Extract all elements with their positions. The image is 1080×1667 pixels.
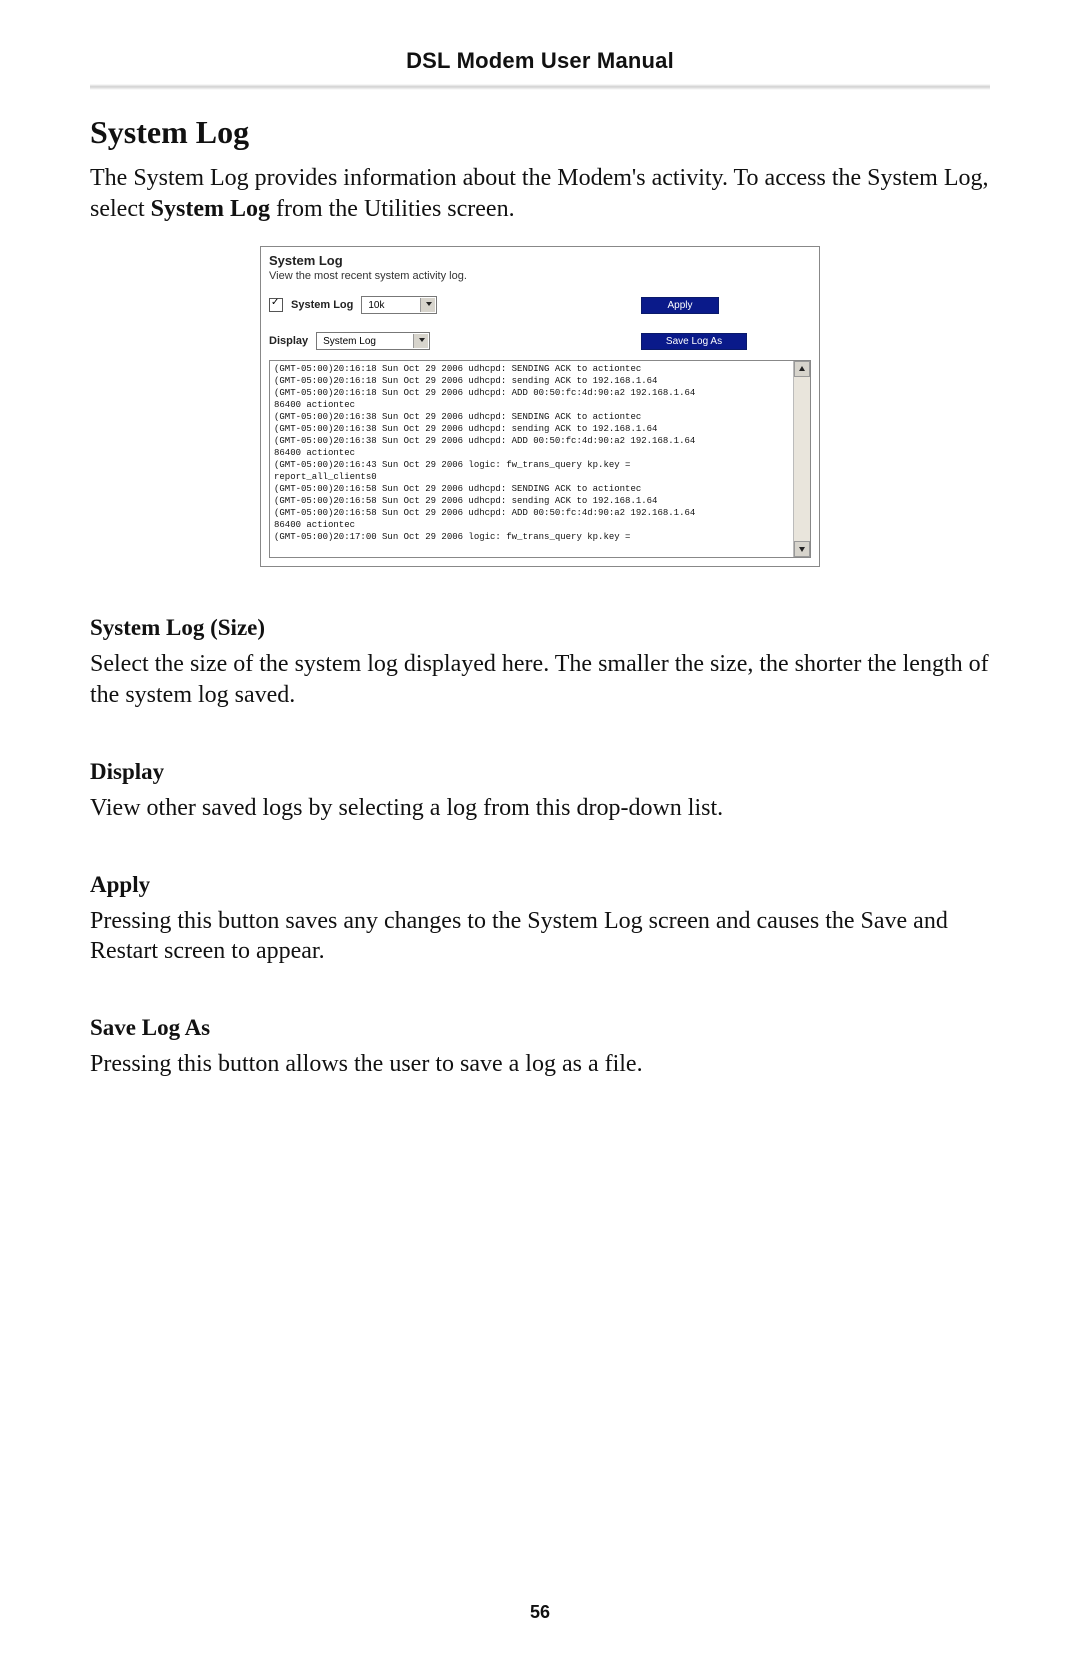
intro-post: from the Utilities screen.: [270, 196, 515, 222]
save-body: Pressing this button allows the user to …: [90, 1049, 990, 1080]
manual-header: DSL Modem User Manual: [90, 48, 990, 74]
system-log-panel: System Log View the most recent system a…: [260, 246, 820, 567]
display-heading: Display: [90, 759, 990, 785]
system-log-screenshot: System Log View the most recent system a…: [260, 246, 820, 567]
system-log-checkbox[interactable]: [269, 298, 283, 312]
log-text: (GMT-05:00)20:16:18 Sun Oct 29 2006 udhc…: [270, 361, 810, 545]
log-scrollbar[interactable]: [793, 361, 810, 557]
apply-heading: Apply: [90, 872, 990, 898]
intro-bold: System Log: [151, 196, 270, 222]
size-heading: System Log (Size): [90, 615, 990, 641]
apply-button[interactable]: Apply: [641, 297, 719, 314]
scroll-up-icon[interactable]: [794, 361, 810, 377]
display-select[interactable]: System Log: [316, 332, 430, 350]
display-row: Display System Log Save Log As: [261, 328, 819, 354]
size-select[interactable]: 10k: [361, 296, 437, 314]
intro-paragraph: The System Log provides information abou…: [90, 163, 990, 224]
page: DSL Modem User Manual System Log The Sys…: [0, 0, 1080, 1667]
size-row: System Log 10k Apply: [261, 292, 819, 318]
save-heading: Save Log As: [90, 1015, 990, 1041]
size-body: Select the size of the system log displa…: [90, 649, 990, 710]
display-label: Display: [269, 335, 308, 347]
page-heading: System Log: [90, 114, 990, 151]
panel-subtitle: View the most recent system activity log…: [261, 270, 819, 292]
save-log-as-button[interactable]: Save Log As: [641, 333, 747, 350]
log-output: (GMT-05:00)20:16:18 Sun Oct 29 2006 udhc…: [269, 360, 811, 558]
display-body: View other saved logs by selecting a log…: [90, 793, 990, 824]
header-divider: [90, 84, 990, 90]
apply-body: Pressing this button saves any changes t…: [90, 906, 990, 967]
page-number: 56: [0, 1602, 1080, 1623]
panel-title: System Log: [261, 247, 819, 270]
system-log-label: System Log: [291, 299, 353, 311]
scroll-down-icon[interactable]: [794, 541, 810, 557]
